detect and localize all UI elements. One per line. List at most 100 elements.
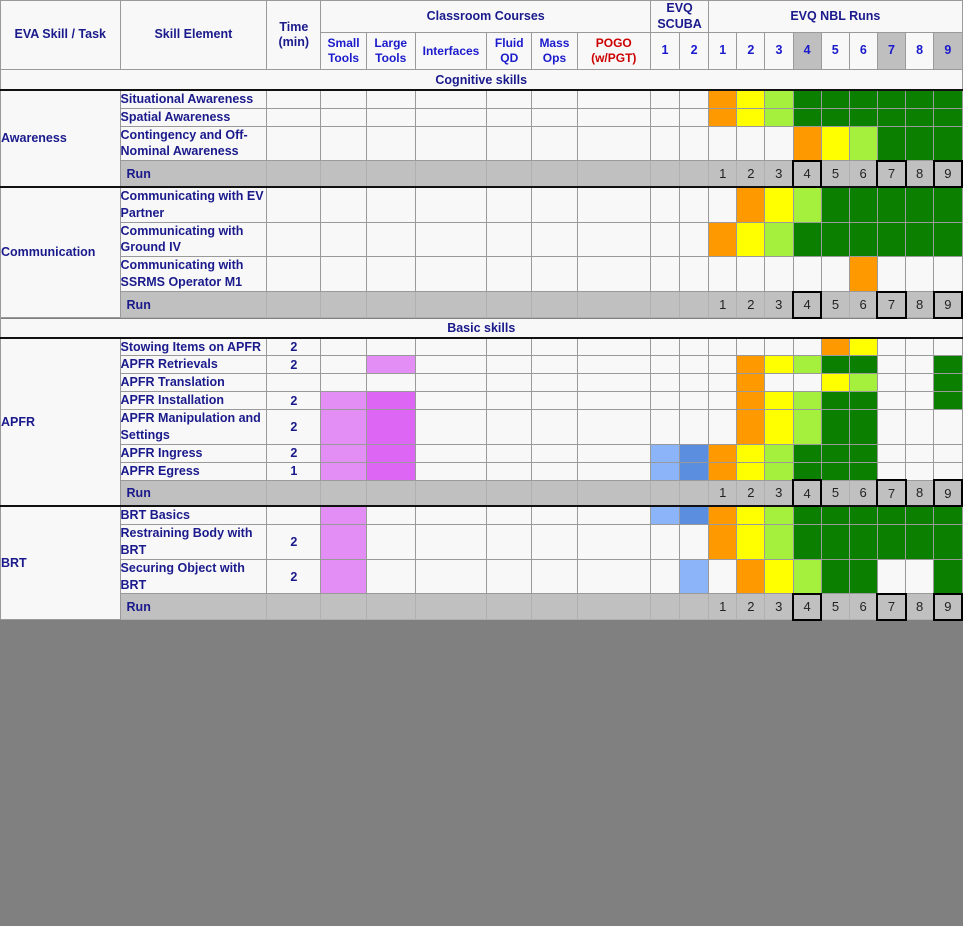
table-row: BRT BRT Basics	[0, 504, 963, 621]
classroom-cell-interfaces	[414, 355, 488, 375]
classroom-cell-mass-ops	[531, 125, 578, 162]
column-header-nbl-run-2: 2	[736, 32, 766, 71]
scuba-cell-2	[679, 443, 710, 463]
nbl-cell-run-8	[905, 125, 935, 162]
classroom-cell-small-tools	[320, 504, 367, 525]
classroom-cell-large-tools	[365, 443, 416, 463]
classroom-cell-fluid-qd	[486, 221, 533, 258]
label-line1: Fluid	[494, 36, 524, 51]
scuba-cell-2	[679, 461, 710, 481]
nbl-cell-run-5	[820, 523, 850, 560]
nbl-cell-run-5	[820, 558, 850, 595]
nbl-cell-run-8	[905, 221, 935, 258]
run-spacer-cell	[679, 160, 710, 188]
run-number-4: 4	[792, 290, 823, 319]
time-value: 2	[266, 355, 322, 375]
nbl-cell-run-9	[933, 336, 963, 357]
skill-element-apfr-retrievals: APFR Retrievals	[119, 355, 268, 375]
run-number-5: 5	[820, 479, 850, 507]
nbl-cell-run-4	[792, 88, 822, 109]
nbl-cell-run-8	[905, 355, 935, 375]
nbl-cell-run-7	[876, 443, 907, 463]
scuba-cell-1	[649, 256, 681, 292]
nbl-cell-run-7	[876, 185, 907, 223]
classroom-cell-small-tools	[320, 461, 367, 481]
scuba-cell-2	[679, 373, 710, 393]
classroom-cell-fluid-qd	[486, 373, 533, 393]
nbl-cell-run-1	[708, 391, 738, 410]
nbl-cell-run-3	[764, 558, 794, 595]
run-number-8: 8	[905, 291, 935, 318]
nbl-cell-run-9	[933, 409, 963, 445]
nbl-cell-run-3	[764, 504, 794, 525]
time-value: 2	[266, 336, 322, 357]
nbl-cell-run-4	[792, 443, 822, 463]
run-spacer-cell	[486, 291, 533, 318]
classroom-cell-large-tools	[365, 558, 416, 595]
nbl-cell-run-2	[736, 185, 766, 223]
skill-element-communicating-with-ssrms-operator-m1: Communicating with SSRMS Operator M1	[119, 256, 268, 292]
column-header-nbl-run-7: 7	[876, 32, 907, 71]
scuba-cell-2	[679, 558, 710, 595]
classroom-cell-mass-ops	[531, 443, 578, 463]
nbl-cell-run-8	[905, 373, 935, 393]
skill-element-apfr-installation: APFR Installation	[119, 391, 268, 410]
matrix-table: EVA Skill / Task Skill Element Time (min…	[0, 0, 963, 621]
run-spacer-cell	[486, 479, 533, 507]
run-number-2: 2	[736, 160, 766, 188]
classroom-cell-large-tools	[365, 355, 416, 375]
run-spacer-cell	[531, 160, 578, 188]
run-spacer-cell	[531, 593, 578, 621]
classroom-cell-interfaces	[414, 185, 488, 223]
table-row: Restraining Body with BRT 2	[1, 523, 963, 560]
column-header-nbl-run-9: 9	[933, 32, 963, 71]
nbl-cell-run-6	[848, 443, 878, 463]
nbl-cell-run-9	[933, 185, 963, 223]
run-spacer-cell	[679, 291, 710, 318]
nbl-cell-run-4	[792, 373, 822, 393]
label-line1: Small	[327, 36, 360, 51]
nbl-cell-run-1	[708, 409, 738, 445]
classroom-cell-interfaces	[414, 391, 488, 410]
header-row-groups: EVA Skill / Task Skill Element Time (min…	[0, 0, 963, 71]
nbl-cell-run-3	[764, 256, 794, 292]
column-header-nbl-run-3: 3	[764, 32, 794, 71]
run-spacer-cell	[365, 291, 416, 318]
classroom-cell-interfaces	[414, 107, 488, 127]
nbl-cell-run-4	[792, 391, 822, 410]
scuba-cell-1	[649, 336, 681, 357]
classroom-cell-mass-ops	[531, 504, 578, 525]
classroom-cell-mass-ops	[531, 409, 578, 445]
classroom-cell-small-tools	[320, 336, 367, 357]
classroom-cell-pogo-w-pgt	[576, 125, 651, 162]
skill-element-contingency-and-off-nominal-awareness: Contingency and Off-Nominal Awareness	[119, 125, 268, 162]
run-number-9: 9	[932, 290, 963, 319]
classroom-cell-interfaces	[414, 558, 488, 595]
nbl-cell-run-6	[848, 336, 878, 357]
nbl-cell-run-4	[792, 558, 822, 595]
classroom-cell-pogo-w-pgt	[576, 221, 651, 258]
nbl-cell-run-3	[764, 461, 794, 481]
nbl-cell-run-9	[933, 221, 963, 258]
run-spacer-cell	[486, 160, 533, 188]
skill-element-spatial-awareness: Spatial Awareness	[119, 107, 268, 127]
classroom-cell-interfaces	[414, 373, 488, 393]
scuba-cell-2	[679, 256, 710, 292]
classroom-cell-large-tools	[365, 185, 416, 223]
skill-element-stowing-items-on-apfr: Stowing Items on APFR	[119, 336, 268, 357]
task-group-apfr: APFR	[0, 336, 121, 507]
nbl-cell-run-1	[708, 461, 738, 481]
nbl-cell-run-1	[708, 504, 738, 525]
run-footer-row: Run 1 2 3 4 5 6 7 8 9	[1, 592, 963, 621]
skill-element-apfr-manipulation-and-settings: APFR Manipulation and Settings	[119, 409, 268, 445]
scuba-cell-2	[679, 107, 710, 127]
skill-element-communicating-with-ground-iv: Communicating with Ground IV	[119, 221, 268, 258]
nbl-cell-run-5	[820, 504, 850, 525]
nbl-cell-run-1	[708, 355, 738, 375]
label-line1: Large	[374, 36, 408, 51]
run-number-1: 1	[708, 160, 738, 188]
label-line2: Tools	[375, 51, 407, 66]
classroom-cell-pogo-w-pgt	[576, 504, 651, 525]
skill-element-apfr-translation: APFR Translation	[119, 373, 268, 393]
label-line2: QD	[500, 51, 519, 66]
